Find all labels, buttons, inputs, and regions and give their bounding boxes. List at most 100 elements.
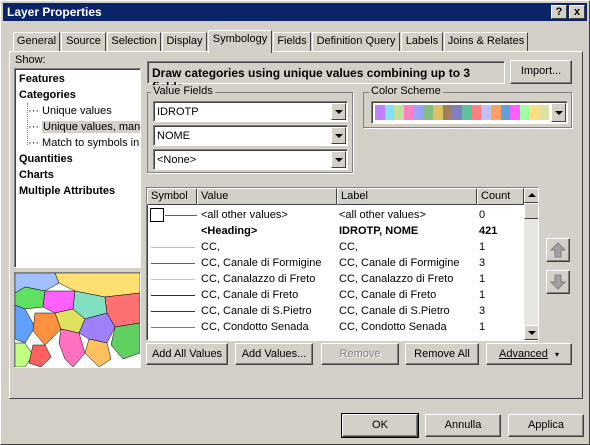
color-scheme-select[interactable] [371,101,568,124]
color-ramp-swatch [500,105,511,120]
color-ramp-swatch [423,105,434,120]
show-tree: Features Categories ··· Unique values ··… [14,68,141,268]
value-field-1-select[interactable]: IDROTP [153,101,348,122]
tree-unique-values-many[interactable]: ··· Unique values, many fields [28,119,140,135]
scroll-up-button[interactable] [524,188,538,203]
tree-quantities[interactable]: Quantities [19,151,73,167]
color-ramp-swatch [520,105,530,120]
tab-general[interactable]: General [13,32,60,51]
tree-categories[interactable]: Categories [19,87,76,103]
cell-count: 0 [479,209,486,221]
cell-count: 1 [479,321,486,333]
value-field-3-select[interactable]: <None> [153,149,348,170]
color-ramp-swatch [404,105,414,120]
tab-source[interactable]: Source [61,32,106,51]
table-row[interactable]: CC, Canale di Freto CC, Canale di Freto 1 [147,287,523,303]
table-row[interactable]: CC, CC, 1 [147,239,523,255]
color-ramp-swatch [462,105,472,120]
cell-value: CC, Canale di Formigine [201,257,322,269]
cell-label: <all other values> [339,209,426,221]
cell-label: CC, Canale di Formigine [339,257,460,269]
value-field-3-value: <None> [157,154,197,166]
arrow-up-icon [549,242,567,258]
layer-properties-window: Layer Properties ? x General Source Sele… [0,0,590,445]
tab-symbology[interactable]: Symbology [208,30,272,53]
cell-value: CC, Condotto Senada [201,321,309,333]
col-header-value[interactable]: Value [197,188,337,205]
cell-label: CC, [339,241,358,253]
advanced-button[interactable]: Advanced ▾ [486,343,572,365]
cell-value: <Heading> [201,225,258,237]
chevron-down-icon[interactable] [331,103,346,120]
tree-unique-values-many-label: Unique values, many fields [42,121,140,133]
scroll-thumb[interactable] [524,203,538,219]
import-button[interactable]: Import... [510,60,572,84]
color-ramp-swatch [539,105,550,120]
chevron-down-icon[interactable] [331,151,346,168]
cell-value: CC, [201,241,220,253]
chevron-down-icon[interactable] [331,127,346,144]
remove-all-button[interactable]: Remove All [405,343,479,365]
symbol-line [151,247,195,248]
tree-features[interactable]: Features [19,71,65,87]
tree-unique-values[interactable]: ··· Unique values [28,103,112,119]
cell-count: 1 [479,289,486,301]
tree-charts[interactable]: Charts [19,167,54,183]
symbol-box[interactable] [150,208,164,222]
table-row[interactable]: CC, Canalazzo di Freto CC, Canalazzo di F… [147,271,523,287]
tab-display[interactable]: Display [162,32,207,51]
cell-count: 3 [479,257,486,269]
cell-label: IDROTP, NOME [339,225,419,237]
color-scheme-label: Color Scheme [369,85,443,97]
cancel-button[interactable]: Annulla [425,414,501,437]
title-bar: Layer Properties [3,3,587,21]
symbol-line [151,263,195,264]
arrow-down-icon [549,274,567,290]
symbol-table: Symbol Value Label Count <all other valu… [146,187,539,341]
symbol-line [151,311,195,312]
table-row[interactable]: <all other values> <all other values> 0 [147,207,523,223]
color-ramp-swatch [442,105,453,120]
map-thumbnail-image [15,273,140,367]
color-ramp-swatch [375,105,385,120]
tab-definition-query[interactable]: Definition Query [312,32,400,51]
value-field-2-select[interactable]: NOME [153,125,348,146]
table-row[interactable]: <Heading> IDROTP, NOME 421 [147,223,523,239]
tree-multiple-attributes[interactable]: Multiple Attributes [19,183,115,199]
cell-count: 1 [479,241,486,253]
description-box: Draw categories using unique values comb… [147,61,505,94]
tab-labels[interactable]: Labels [401,32,443,51]
close-button[interactable]: x [569,5,585,19]
tab-joins-relates[interactable]: Joins & Relates [444,32,528,51]
remove-button[interactable]: Remove [321,343,399,365]
scroll-down-button[interactable] [524,325,538,340]
tab-selection[interactable]: Selection [107,32,161,51]
symbol-line [151,295,195,296]
tree-match-symbols[interactable]: ··· Match to symbols in a style [28,135,140,151]
apply-button[interactable]: Applica [508,414,584,437]
move-up-button[interactable] [546,238,570,262]
symbol-line [151,327,195,328]
table-scrollbar[interactable] [524,188,538,340]
tab-fields[interactable]: Fields [273,32,311,51]
table-row[interactable]: CC, Canale di Formigine CC, Canale di For… [147,255,523,271]
cell-count: 1 [479,273,486,285]
col-header-count[interactable]: Count [477,188,524,205]
table-row[interactable]: CC, Condotto Senada CC, Condotto Senada 1 [147,319,523,335]
show-label: Show: [15,54,46,66]
move-down-button[interactable] [546,270,570,294]
tree-unique-values-label: Unique values [42,105,112,117]
chevron-down-icon[interactable] [551,103,566,122]
col-header-label[interactable]: Label [337,188,477,205]
add-all-values-button[interactable]: Add All Values [146,343,228,365]
table-row[interactable]: CC, Canale di S.Pietro CC, Canale di S.Pi… [147,303,523,319]
caret-down-icon: ▾ [554,350,559,359]
symbol-line [165,215,197,216]
ok-button[interactable]: OK [341,413,419,438]
advanced-label: Advanced [498,348,548,360]
col-header-symbol[interactable]: Symbol [147,188,197,205]
value-field-2-value: NOME [157,130,190,142]
color-ramp-swatch [413,105,424,120]
add-values-button[interactable]: Add Values... [235,343,313,365]
help-button[interactable]: ? [551,5,567,19]
